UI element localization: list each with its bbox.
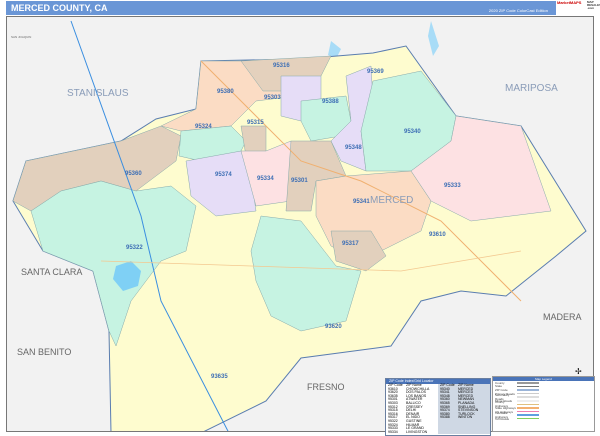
zip-label: 95360	[125, 171, 142, 177]
zip-code: 95334	[388, 429, 398, 434]
zip-label: 95301	[291, 178, 308, 184]
zip-label: 95324	[195, 124, 212, 130]
zip-code-index: ZIP Code Index/Grid Locator ZIP Code ZIP …	[385, 378, 491, 436]
legend-swatch	[517, 410, 539, 413]
map-subtitle: 2020 ZIP Code ColorCast Edition	[488, 8, 548, 13]
county-label-fresno: FRESNO	[307, 382, 345, 392]
legend-swatch	[517, 396, 539, 398]
zip-index-row: 95334 LIVINGSTON	[388, 429, 436, 435]
legend-swatch	[517, 414, 539, 416]
zip-index-left: ZIP Code ZIP Name 93610 CHOWCHILLA 93620 DOS…	[386, 383, 438, 435]
compass-rose-icon: ✢	[575, 367, 582, 376]
legend-swatch	[517, 382, 539, 384]
legend-swatch	[517, 403, 539, 406]
legend-swatch	[517, 389, 539, 391]
county-label-madera: MADERA	[543, 312, 582, 322]
zip-label: 95317	[342, 241, 359, 247]
map-canvas[interactable]: STANISLAUS MARIPOSA SANTA CLARA MADERA S…	[6, 16, 594, 432]
zip-label: 95388	[322, 99, 339, 105]
county-label-san-joaquin: SAN JOAQUIN	[11, 35, 32, 39]
county-label-stanislaus: STANISLAUS	[67, 88, 129, 99]
legend-item: Toll Roads	[493, 417, 594, 421]
zip-regions	[12, 20, 587, 431]
zip-label: 95369	[367, 69, 384, 75]
zip-label: 95374	[215, 172, 232, 178]
zip-label: 95340	[404, 129, 421, 135]
title-bar: MERCED COUNTY, CA 2020 ZIP Code ColorCas…	[6, 1, 556, 15]
zip-code: 95388	[440, 415, 450, 420]
logo-text: MarketMAPS	[557, 0, 582, 5]
legend-swatch	[517, 407, 539, 409]
zip-label: 95315	[247, 120, 264, 126]
logo-sub: MAP RESALES .com	[587, 0, 600, 10]
zip-label: 95333	[444, 183, 461, 189]
map-legend: Map Legend County State ZIP Code Primary Ro…	[492, 376, 595, 432]
county-label-santa-clara: SANTA CLARA	[21, 267, 83, 277]
zip-label: 95334	[257, 176, 274, 182]
legend-swatch	[517, 392, 539, 395]
county-label-san-benito: SAN BENITO	[17, 347, 72, 357]
zip-label: 95322	[126, 245, 143, 251]
zip-label: 95316	[273, 63, 290, 69]
zip-index-right: ZIP Code ZIP Name 95340 MERCED 95341 MERCED 9…	[438, 383, 490, 435]
zip-name: WINTON	[458, 415, 473, 420]
zip-label: 93620	[325, 324, 342, 330]
legend-label: Toll Roads	[495, 416, 510, 421]
county-label-mariposa: MARIPOSA	[505, 83, 558, 94]
map-title: MERCED COUNTY, CA	[11, 3, 108, 13]
legend-swatch	[517, 385, 539, 388]
zip-label: 93635	[211, 374, 228, 380]
zip-name: LIVINGSTON	[406, 429, 428, 434]
zip-index-row: 95388 WINTON	[440, 416, 488, 420]
zip-label: 95348	[345, 145, 362, 151]
publisher-logo: MarketMAPS MAP RESALES .com	[557, 0, 600, 15]
zip-label: 95341	[353, 199, 370, 205]
county-label-merced: MERCED	[370, 195, 414, 206]
zip-label: 95303	[264, 95, 281, 101]
legend-swatch	[517, 417, 539, 420]
zip-label: 95380	[217, 89, 234, 95]
legend-swatch	[517, 400, 539, 402]
zip-label: 93610	[429, 232, 446, 238]
